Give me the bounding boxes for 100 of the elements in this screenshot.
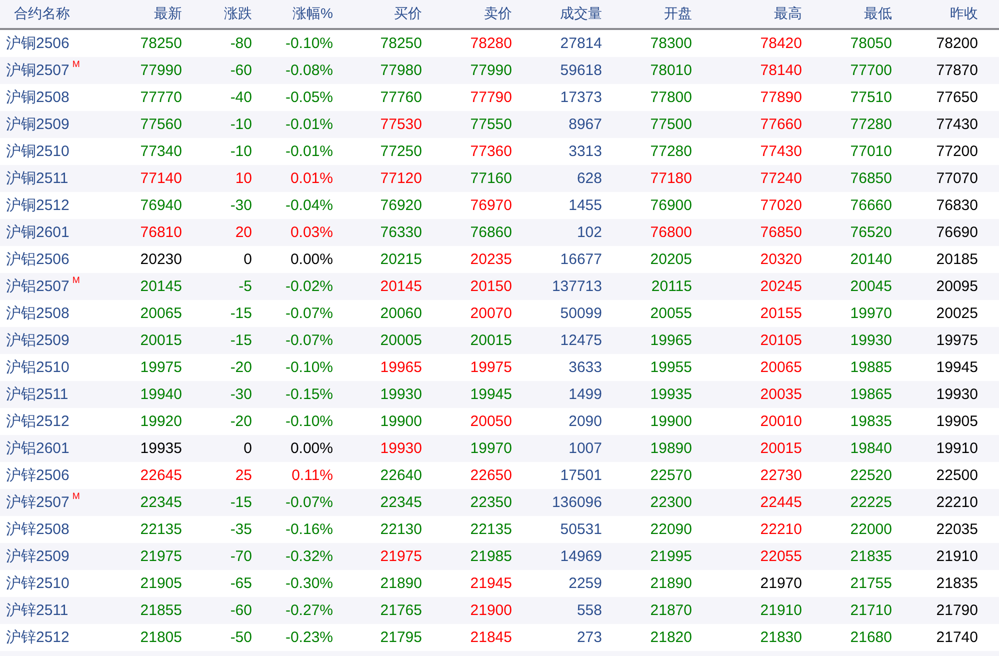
quote-value: 19965	[649, 332, 692, 349]
quote-value: 77800	[649, 89, 692, 106]
column-header[interactable]: 涨跌	[182, 5, 252, 23]
quote-value: 77990	[139, 62, 182, 79]
table-row[interactable]: 沪铜2508 77770 -40 -0.05% 77760 77790 17373 77800 77890 77510 77650	[0, 84, 999, 111]
quote-value: 12475	[559, 332, 602, 349]
quote-value: -70	[229, 548, 252, 565]
quote-value: 77360	[469, 143, 512, 160]
quote-value: -0.16%	[284, 521, 333, 538]
table-row[interactable]: 沪锌2512 21805 -50 -0.23% 21795 21845 273 21820 21830 21680 21740	[0, 624, 999, 651]
contract-name: 沪锌2511	[6, 601, 68, 620]
contract-name: 沪铜2509	[6, 115, 70, 134]
quote-value: -60	[229, 62, 252, 79]
table-row[interactable]: 沪锌2510 21905 -65 -0.30% 21890 21945 2259 21890 21970 21755 21835	[0, 570, 999, 597]
quote-value: 19930	[379, 440, 422, 457]
quote-value: 628	[576, 170, 602, 187]
quote-value: 19935	[649, 386, 692, 403]
quote-value: 50531	[559, 521, 602, 538]
quote-value: -0.15%	[284, 386, 333, 403]
quote-value: 21890	[379, 575, 422, 592]
quote-value: 22645	[139, 467, 182, 484]
quote-value: 78250	[379, 35, 422, 52]
quote-value: -80	[229, 35, 252, 52]
quote-value: 3633	[568, 359, 602, 376]
quote-value: -20	[229, 413, 252, 430]
contract-name: 沪锌2512	[6, 628, 70, 647]
quote-value: 20155	[759, 305, 802, 322]
quote-value: -30	[229, 386, 252, 403]
quote-value: 50099	[559, 305, 602, 322]
quote-value: 76810	[139, 224, 182, 241]
quote-value: 77340	[139, 143, 182, 160]
quote-value: 77180	[649, 170, 692, 187]
quote-value: 2090	[568, 413, 602, 430]
quote-value: -60	[229, 602, 252, 619]
column-header[interactable]: 最新	[100, 5, 182, 23]
contract-name: 沪铝2508	[6, 304, 70, 323]
table-row[interactable]: 沪铝2512 19920 -20 -0.10% 19900 20050 2090 19900 20010 19835 19905	[0, 408, 999, 435]
table-row[interactable]: 沪铜2510 77340 -10 -0.01% 77250 77360 3313 77280 77430 77010 77200	[0, 138, 999, 165]
quote-value: 17373	[559, 89, 602, 106]
quote-value: 21910	[935, 548, 978, 565]
quote-value: 77140	[139, 170, 182, 187]
quote-value: 19865	[849, 386, 892, 403]
column-header[interactable]: 成交量	[512, 5, 602, 23]
quote-value: -0.07%	[284, 305, 333, 322]
quote-value: 77870	[935, 62, 978, 79]
quote-value: 20105	[759, 332, 802, 349]
table-row[interactable]: 沪铜2512 76940 -30 -0.04% 76920 76970 1455 76900 77020 76660 76830	[0, 192, 999, 219]
quote-value: 2259	[568, 575, 602, 592]
quote-value: 77790	[469, 89, 512, 106]
quote-value: -15	[229, 332, 252, 349]
quote-value: -0.27%	[284, 602, 333, 619]
quote-value: 21835	[935, 575, 978, 592]
quote-value: 19840	[849, 440, 892, 457]
quote-value: 78140	[759, 62, 802, 79]
quote-value: 20145	[139, 278, 182, 295]
quote-value: 19965	[379, 359, 422, 376]
quote-value: 21740	[935, 629, 978, 646]
table-row[interactable]: 沪铜2506 78250 -80 -0.10% 78250 78280 27814 78300 78420 78050 78200	[0, 30, 999, 57]
quote-value: 0.01%	[289, 170, 333, 187]
quote-value: 76830	[935, 197, 978, 214]
quote-value: 21845	[469, 629, 512, 646]
quote-value: 273	[576, 629, 602, 646]
quote-value: 77700	[849, 62, 892, 79]
quote-value: -10	[229, 143, 252, 160]
quote-value: 76850	[759, 224, 802, 241]
quote-value: 20060	[379, 305, 422, 322]
quote-value: 77980	[379, 62, 422, 79]
quote-value: 0.03%	[289, 224, 333, 241]
column-header[interactable]: 最高	[692, 5, 802, 23]
quote-value: 77650	[935, 89, 978, 106]
quote-value: 76900	[649, 197, 692, 214]
quote-value: 20005	[379, 332, 422, 349]
quote-value: -35	[229, 521, 252, 538]
table-row[interactable]: 沪铝2510 19975 -20 -0.10% 19965 19975 3633 19955 20065 19885 19945	[0, 354, 999, 381]
quote-value: 77240	[759, 170, 802, 187]
quote-value: 136096	[550, 494, 602, 511]
contract-name: 沪铜2601	[6, 223, 70, 242]
quote-value: 22135	[469, 521, 512, 538]
column-header[interactable]: 买价	[333, 5, 422, 23]
quote-value: 77160	[469, 170, 512, 187]
quote-value: -0.07%	[284, 494, 333, 511]
contract-name: 沪锌2509	[6, 547, 70, 566]
quote-value: 78280	[469, 35, 512, 52]
column-header[interactable]: 卖价	[422, 5, 512, 23]
table-row[interactable]: 沪锌2508 22135 -35 -0.16% 22130 22135 50531 22090 22210 22000 22035	[0, 516, 999, 543]
table-row[interactable]: 沪铝2506 20230 0 0.00% 20215 20235 16677 20205 20320 20140 20185	[0, 246, 999, 273]
table-row[interactable]: 沪锌2506 22645 25 0.11% 22640 22650 17501 22570 22730 22520 22500	[0, 462, 999, 489]
quote-value: 22650	[469, 467, 512, 484]
column-header[interactable]: 合约名称	[0, 5, 100, 23]
quote-value: 78010	[649, 62, 692, 79]
column-header[interactable]: 最低	[802, 5, 892, 23]
column-header[interactable]: 开盘	[602, 5, 692, 23]
table-row[interactable]: 沪铝2508 20065 -15 -0.07% 20060 20070 50099 20055 20155 19970 20025	[0, 300, 999, 327]
quote-value: 21945	[469, 575, 512, 592]
quote-value: 21820	[649, 629, 692, 646]
quote-value: 21890	[649, 575, 692, 592]
column-header[interactable]: 昨收	[892, 5, 978, 23]
quote-value: -40	[229, 89, 252, 106]
quote-value: 22445	[759, 494, 802, 511]
column-header[interactable]: 涨幅%	[252, 5, 333, 23]
